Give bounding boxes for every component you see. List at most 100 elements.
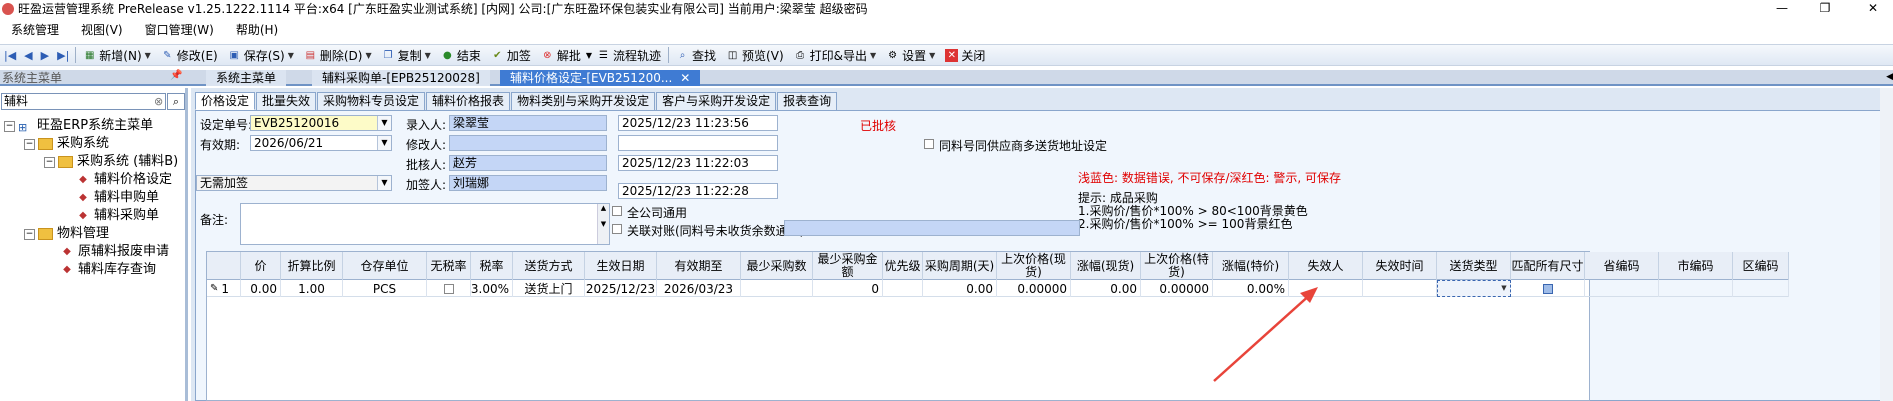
col-header[interactable]: 送货方式: [513, 252, 585, 280]
tree-root[interactable]: − ⊞ 旺盈ERP系统主菜单: [4, 117, 153, 135]
related-account-checkbox[interactable]: [612, 224, 622, 234]
save-button[interactable]: ▣ 保存(S) ▼: [223, 45, 299, 65]
tree-aux-price[interactable]: ◆ 辅料价格设定: [76, 171, 172, 189]
col-header[interactable]: 最少采购金额: [813, 252, 883, 280]
collapse-icon[interactable]: −: [24, 228, 35, 240]
clear-search-icon[interactable]: ⊗: [154, 95, 163, 108]
find-button[interactable]: ⌕ 查找: [671, 45, 721, 65]
menu-help[interactable]: 帮助(H): [225, 21, 289, 38]
vertical-scrollbar[interactable]: [1880, 88, 1893, 401]
table-row[interactable]: ✎ 1 0.00 1.00 PCS 3.00% 送货上门 2025/12/23 2…: [207, 280, 1789, 297]
priority-cell[interactable]: [883, 280, 923, 297]
tab-aux-price-setting[interactable]: 辅料价格设定-[EVB251200... ✕: [500, 70, 701, 86]
collapse-icon[interactable]: −: [4, 120, 15, 132]
tree-aux-request[interactable]: ◆ 辅料申购单: [76, 189, 159, 207]
unit-cell[interactable]: PCS: [343, 280, 427, 297]
close-window-button[interactable]: ✕: [1856, 0, 1890, 17]
menu-view[interactable]: 视图(V): [70, 21, 134, 38]
minimize-button[interactable]: —: [1765, 0, 1799, 17]
all-company-checkbox[interactable]: [612, 206, 622, 216]
delivery-cell[interactable]: 送货上门: [513, 280, 585, 297]
sign-type-select[interactable]: 无需加签 ▼: [196, 175, 392, 191]
collapse-icon[interactable]: −: [24, 138, 35, 150]
subtab-customer-dev[interactable]: 客户与采购开发设定: [656, 92, 777, 110]
chevron-down-icon[interactable]: ▼: [377, 136, 391, 150]
tree-purchase[interactable]: − 采购系统: [24, 135, 109, 153]
settings-button[interactable]: ⚙ 设置 ▼: [881, 45, 940, 65]
end-date-cell[interactable]: 2026/03/23: [657, 280, 741, 297]
sidebar-search-input[interactable]: 辅料: [1, 93, 166, 110]
valid-date-field[interactable]: 2026/06/21 ▼: [250, 135, 392, 151]
finish-button[interactable]: ● 结束: [436, 45, 486, 65]
col-header[interactable]: 有效期至: [657, 252, 741, 280]
subtab-aux-price-report[interactable]: 辅料价格报表: [426, 92, 511, 110]
tab-aux-purchase-order[interactable]: 辅料采购单-[EPB25120028]: [312, 70, 490, 86]
col-header[interactable]: 折算比例: [281, 252, 343, 280]
col-header[interactable]: 无税率: [427, 252, 471, 280]
copy-button[interactable]: ❐ 复制 ▼: [377, 45, 436, 65]
first-record-icon[interactable]: |◀: [0, 49, 20, 62]
search-icon[interactable]: ⌕: [167, 93, 185, 110]
district-cell[interactable]: [1733, 280, 1789, 297]
col-header[interactable]: 涨幅(现货): [1071, 252, 1141, 280]
entry-person-field[interactable]: 梁翠莹: [449, 115, 607, 131]
subtab-category-dev[interactable]: 物料类别与采购开发设定: [511, 92, 656, 110]
col-header[interactable]: 最少采购数: [741, 252, 813, 280]
col-header[interactable]: 匹配所有尺寸: [1511, 252, 1585, 280]
next-record-icon[interactable]: ▶: [37, 49, 53, 62]
tab-main-menu[interactable]: 系统主菜单: [206, 70, 287, 86]
chevron-down-icon[interactable]: ▼: [377, 176, 391, 190]
restore-button[interactable]: ❐: [1808, 0, 1842, 17]
sign-person-field[interactable]: 刘瑞娜: [449, 175, 607, 191]
chevron-down-icon[interactable]: ▼: [1498, 282, 1510, 295]
min-qty-cell[interactable]: [741, 280, 813, 297]
col-header[interactable]: 生效日期: [585, 252, 657, 280]
match-all-cell[interactable]: [1511, 280, 1585, 297]
close-tab-icon[interactable]: ✕: [680, 71, 690, 85]
price-cell[interactable]: 0.00: [241, 280, 281, 297]
sign-button[interactable]: ✔ 加签: [486, 45, 536, 65]
last-price-spot-cell[interactable]: 0.00000: [997, 280, 1071, 297]
col-header[interactable]: 优先级: [883, 252, 923, 280]
unapprove-button[interactable]: ⊗ 解批: [536, 45, 586, 65]
chevron-down-icon[interactable]: ▼: [870, 51, 876, 60]
col-header[interactable]: 采购周期(天): [923, 252, 997, 280]
col-header[interactable]: 失效时间: [1363, 252, 1437, 280]
col-header[interactable]: 区编码: [1733, 252, 1789, 280]
tax-free-cell[interactable]: [427, 280, 471, 297]
tree-aux-scrap[interactable]: ◆ 原辅料报废申请: [60, 243, 169, 261]
col-header[interactable]: 省编码: [1585, 252, 1659, 280]
menu-window[interactable]: 窗口管理(W): [134, 21, 225, 38]
multi-addr-checkbox[interactable]: [924, 139, 934, 149]
col-header[interactable]: 价: [241, 252, 281, 280]
tax-free-checkbox[interactable]: [443, 283, 454, 294]
approve-person-field[interactable]: 赵芳: [449, 155, 607, 171]
chevron-down-icon[interactable]: ▼: [377, 116, 391, 130]
city-cell[interactable]: [1659, 280, 1733, 297]
close-button[interactable]: ✕ 关闭: [940, 45, 990, 65]
edit-button[interactable]: ✎ 修改(E): [156, 45, 223, 65]
rise-spot-cell[interactable]: 0.00: [1071, 280, 1141, 297]
related-account-field[interactable]: [784, 220, 1080, 236]
ratio-cell[interactable]: 1.00: [281, 280, 343, 297]
pin-icon[interactable]: 📌: [170, 70, 182, 81]
col-header[interactable]: 仓存单位: [343, 252, 427, 280]
setting-no-field[interactable]: EVB25120016 ▼: [250, 115, 392, 131]
modify-person-field[interactable]: [449, 135, 607, 151]
invalid-time-cell[interactable]: [1363, 280, 1437, 297]
last-record-icon[interactable]: ▶|: [53, 49, 73, 62]
subtab-batch-invalid[interactable]: 批量失效: [256, 92, 317, 110]
col-header[interactable]: 税率: [471, 252, 513, 280]
match-all-checkbox[interactable]: [1542, 283, 1553, 294]
province-cell[interactable]: [1585, 280, 1659, 297]
subtab-report-query[interactable]: 报表查询: [777, 92, 838, 110]
col-header[interactable]: 送货类型: [1437, 252, 1511, 280]
chevron-down-icon[interactable]: ▼: [929, 51, 935, 60]
chevron-down-icon[interactable]: ▼: [145, 51, 151, 60]
tree-material-mgmt[interactable]: − 物料管理: [24, 225, 109, 243]
subtab-material-specialist[interactable]: 采购物料专员设定: [317, 92, 426, 110]
delivery-type-select[interactable]: ▼: [1437, 280, 1511, 297]
flow-button[interactable]: ☰ 流程轨迹: [592, 45, 666, 65]
chevron-down-icon[interactable]: ▼: [425, 51, 431, 60]
tab-scroll-icon[interactable]: ◀: [1886, 72, 1893, 82]
